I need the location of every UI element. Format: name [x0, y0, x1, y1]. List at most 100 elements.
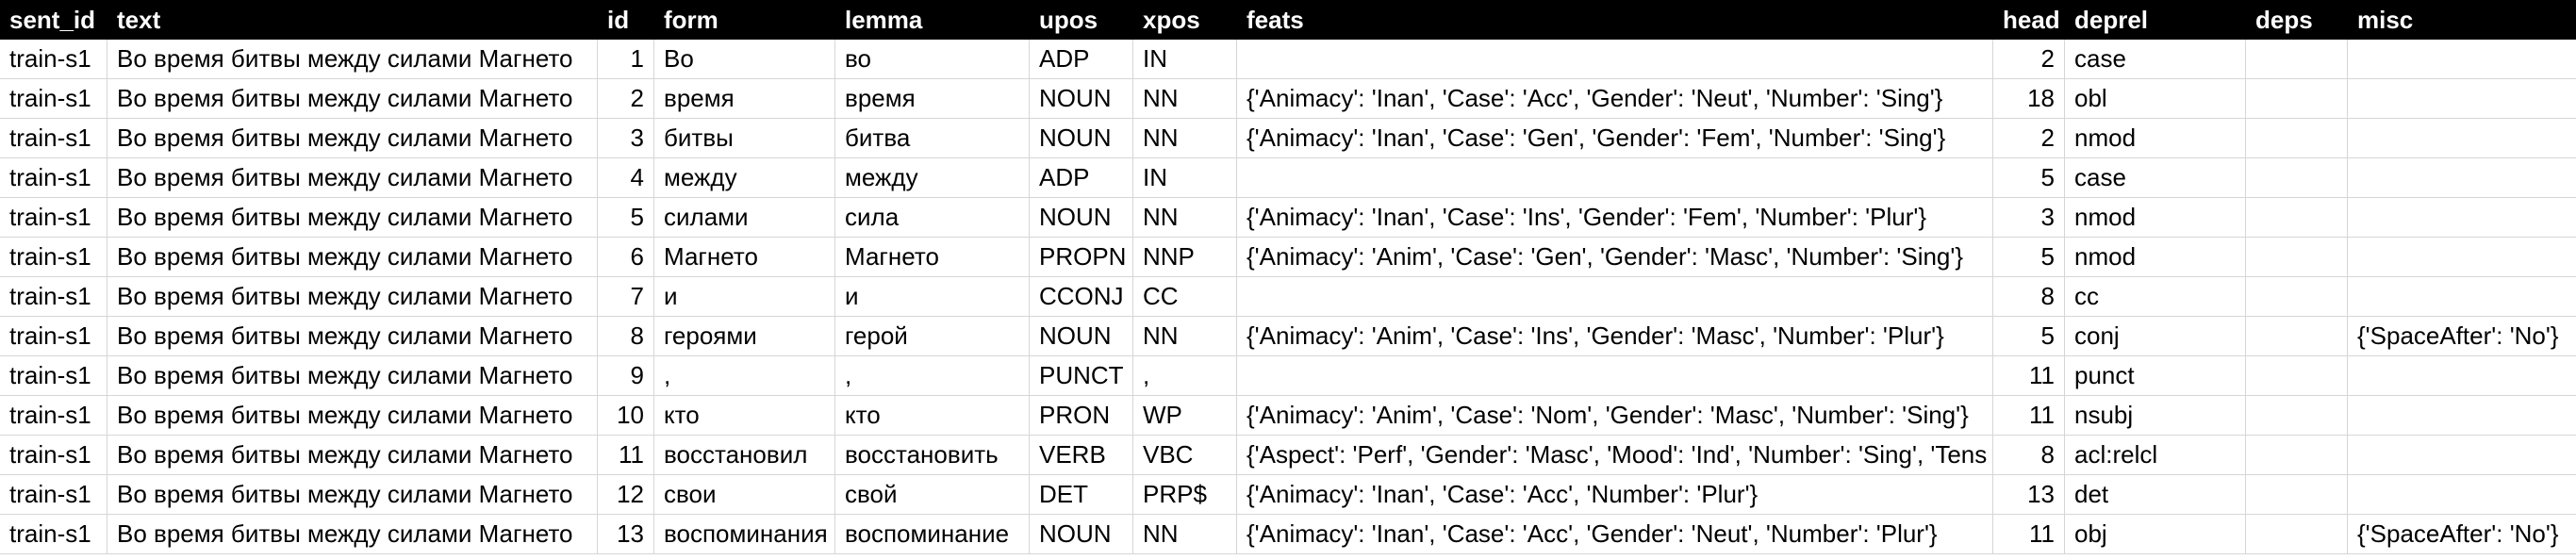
cell-upos[interactable]: NOUN: [1030, 515, 1133, 553]
cell-misc[interactable]: [2348, 119, 2576, 157]
cell-deps[interactable]: [2246, 158, 2348, 197]
cell-feats[interactable]: {'Animacy': 'Anim', 'Case': 'Nom', 'Gend…: [1237, 396, 1993, 435]
cell-text[interactable]: Во время битвы между силами Магнето: [107, 436, 598, 474]
cell-misc[interactable]: [2348, 436, 2576, 474]
cell-feats[interactable]: [1237, 277, 1993, 316]
cell-xpos[interactable]: VBC: [1133, 436, 1237, 474]
cell-feats[interactable]: {'Animacy': 'Anim', 'Case': 'Ins', 'Gend…: [1237, 317, 1993, 355]
cell-head[interactable]: 11: [1993, 515, 2065, 553]
cell-sent-id[interactable]: train-s1: [0, 198, 107, 237]
cell-text[interactable]: Во время битвы между силами Магнето: [107, 40, 598, 78]
cell-sent-id[interactable]: train-s1: [0, 396, 107, 435]
cell-id[interactable]: 2: [598, 79, 654, 118]
cell-form[interactable]: воспоминания: [654, 515, 835, 553]
cell-text[interactable]: Во время битвы между силами Магнето: [107, 396, 598, 435]
cell-upos[interactable]: NOUN: [1030, 119, 1133, 157]
header-upos[interactable]: upos: [1030, 0, 1133, 40]
cell-lemma[interactable]: воспоминание: [835, 515, 1030, 553]
cell-text[interactable]: Во время битвы между силами Магнето: [107, 158, 598, 197]
cell-xpos[interactable]: NN: [1133, 198, 1237, 237]
cell-form[interactable]: кто: [654, 396, 835, 435]
cell-head[interactable]: 11: [1993, 396, 2065, 435]
cell-id[interactable]: 3: [598, 119, 654, 157]
cell-deps[interactable]: [2246, 436, 2348, 474]
cell-deps[interactable]: [2246, 277, 2348, 316]
cell-deps[interactable]: [2246, 79, 2348, 118]
cell-feats[interactable]: {'Animacy': 'Inan', 'Case': 'Acc', 'Gend…: [1237, 79, 1993, 118]
cell-text[interactable]: Во время битвы между силами Магнето: [107, 475, 598, 514]
cell-sent-id[interactable]: train-s1: [0, 356, 107, 395]
cell-head[interactable]: 8: [1993, 436, 2065, 474]
cell-xpos[interactable]: NN: [1133, 119, 1237, 157]
cell-form[interactable]: Во: [654, 40, 835, 78]
cell-xpos[interactable]: IN: [1133, 158, 1237, 197]
cell-deprel[interactable]: case: [2065, 40, 2246, 78]
cell-feats[interactable]: [1237, 40, 1993, 78]
cell-lemma[interactable]: восстановить: [835, 436, 1030, 474]
cell-text[interactable]: Во время битвы между силами Магнето: [107, 198, 598, 237]
cell-deprel[interactable]: det: [2065, 475, 2246, 514]
cell-id[interactable]: 6: [598, 238, 654, 276]
cell-xpos[interactable]: IN: [1133, 40, 1237, 78]
cell-id[interactable]: 13: [598, 515, 654, 553]
cell-misc[interactable]: {'SpaceAfter': 'No'}: [2348, 515, 2576, 553]
cell-deprel[interactable]: obl: [2065, 79, 2246, 118]
cell-upos[interactable]: PUNCT: [1030, 356, 1133, 395]
header-misc[interactable]: misc: [2348, 0, 2576, 40]
cell-deprel[interactable]: acl:relcl: [2065, 436, 2246, 474]
cell-id[interactable]: 11: [598, 436, 654, 474]
cell-feats[interactable]: {'Animacy': 'Inan', 'Case': 'Acc', 'Numb…: [1237, 475, 1993, 514]
cell-sent-id[interactable]: train-s1: [0, 238, 107, 276]
cell-form[interactable]: свои: [654, 475, 835, 514]
cell-deprel[interactable]: nmod: [2065, 119, 2246, 157]
cell-xpos[interactable]: ,: [1133, 356, 1237, 395]
cell-sent-id[interactable]: train-s1: [0, 515, 107, 553]
cell-deprel[interactable]: nmod: [2065, 238, 2246, 276]
cell-head[interactable]: 3: [1993, 198, 2065, 237]
cell-deps[interactable]: [2246, 356, 2348, 395]
cell-deprel[interactable]: nmod: [2065, 198, 2246, 237]
cell-form[interactable]: между: [654, 158, 835, 197]
cell-head[interactable]: 8: [1993, 277, 2065, 316]
cell-upos[interactable]: VERB: [1030, 436, 1133, 474]
cell-misc[interactable]: {'SpaceAfter': 'No'}: [2348, 317, 2576, 355]
cell-text[interactable]: Во время битвы между силами Магнето: [107, 317, 598, 355]
cell-deprel[interactable]: obj: [2065, 515, 2246, 553]
cell-id[interactable]: 4: [598, 158, 654, 197]
cell-feats[interactable]: {'Animacy': 'Inan', 'Case': 'Gen', 'Gend…: [1237, 119, 1993, 157]
cell-lemma[interactable]: между: [835, 158, 1030, 197]
cell-id[interactable]: 9: [598, 356, 654, 395]
cell-text[interactable]: Во время битвы между силами Магнето: [107, 277, 598, 316]
cell-upos[interactable]: NOUN: [1030, 198, 1133, 237]
cell-form[interactable]: битвы: [654, 119, 835, 157]
cell-text[interactable]: Во время битвы между силами Магнето: [107, 119, 598, 157]
cell-form[interactable]: Магнето: [654, 238, 835, 276]
cell-sent-id[interactable]: train-s1: [0, 277, 107, 316]
cell-id[interactable]: 1: [598, 40, 654, 78]
cell-xpos[interactable]: CC: [1133, 277, 1237, 316]
cell-lemma[interactable]: сила: [835, 198, 1030, 237]
cell-lemma[interactable]: Магнето: [835, 238, 1030, 276]
cell-feats[interactable]: [1237, 158, 1993, 197]
cell-deps[interactable]: [2246, 238, 2348, 276]
header-deps[interactable]: deps: [2246, 0, 2348, 40]
header-feats[interactable]: feats: [1237, 0, 1993, 40]
cell-misc[interactable]: [2348, 356, 2576, 395]
cell-lemma[interactable]: во: [835, 40, 1030, 78]
cell-head[interactable]: 11: [1993, 356, 2065, 395]
cell-text[interactable]: Во время битвы между силами Магнето: [107, 356, 598, 395]
cell-misc[interactable]: [2348, 79, 2576, 118]
cell-lemma[interactable]: кто: [835, 396, 1030, 435]
cell-deprel[interactable]: conj: [2065, 317, 2246, 355]
cell-head[interactable]: 13: [1993, 475, 2065, 514]
cell-id[interactable]: 5: [598, 198, 654, 237]
cell-upos[interactable]: NOUN: [1030, 317, 1133, 355]
cell-misc[interactable]: [2348, 238, 2576, 276]
cell-feats[interactable]: [1237, 356, 1993, 395]
header-sent-id[interactable]: sent_id: [0, 0, 107, 40]
cell-misc[interactable]: [2348, 198, 2576, 237]
cell-form[interactable]: ,: [654, 356, 835, 395]
cell-lemma[interactable]: время: [835, 79, 1030, 118]
cell-misc[interactable]: [2348, 40, 2576, 78]
cell-head[interactable]: 2: [1993, 119, 2065, 157]
